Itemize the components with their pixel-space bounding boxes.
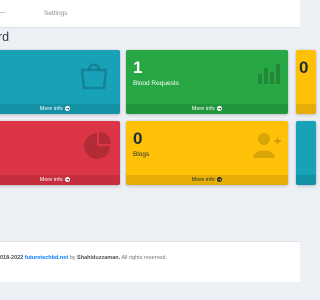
partial-card-cyan [296,121,316,185]
more-info-link[interactable] [296,175,316,185]
arrow-circle-right-icon: ➜ [217,177,223,183]
arrow-circle-right-icon: ➜ [217,106,223,112]
more-info-link[interactable] [296,104,316,114]
card-label: Blogs [133,151,150,158]
by-text: by [69,255,76,261]
blogs-card: 0 Blogs More info ➜ [126,121,288,185]
nav-link-settings[interactable]: Settings [44,10,68,17]
shopping-bag-icon [80,63,108,90]
author-name: Shahiduzzaman. [77,255,121,261]
copyright-line: 018-2022 futuretechbd.net by Shahiduzzam… [0,255,167,261]
top-navbar: Settings [0,0,300,28]
arrow-circle-right-icon: ➜ [65,177,71,183]
rights-text: All rights reserved. [121,255,167,261]
more-info-link[interactable]: More info ➜ [126,104,288,114]
brand-link[interactable]: futuretechbd.net [25,255,68,261]
more-info-label: More info [39,106,63,112]
more-info-link[interactable]: More info ➜ [0,175,120,185]
more-info-link[interactable]: More info ➜ [126,175,288,185]
pie-chart-icon [84,132,111,159]
card-label: Blood Requests [133,80,179,87]
user-plus-icon [253,133,281,158]
page-footer: 018-2022 futuretechbd.net by Shahiduzzam… [0,241,300,282]
partial-card-yellow: 0 [296,50,316,114]
more-info-label: More info [191,177,215,183]
more-info-label: More info [39,177,63,183]
copyright-years: 018-2022 [0,255,24,261]
page-title: rd [0,30,10,44]
card-value: 0 [299,58,309,77]
arrow-circle-right-icon: ➜ [65,106,71,112]
orders-card: rs More info ➜ [0,50,120,114]
more-info-link[interactable]: More info ➜ [0,104,120,114]
red-card: More info ➜ [0,121,120,185]
nav-link-partial[interactable] [0,12,5,16]
card-value: 1 [133,58,143,77]
card-value: 0 [133,129,143,148]
more-info-label: More info [191,106,215,112]
bar-chart-icon [258,64,280,84]
blood-requests-card: 1 Blood Requests More info ➜ [126,50,288,114]
